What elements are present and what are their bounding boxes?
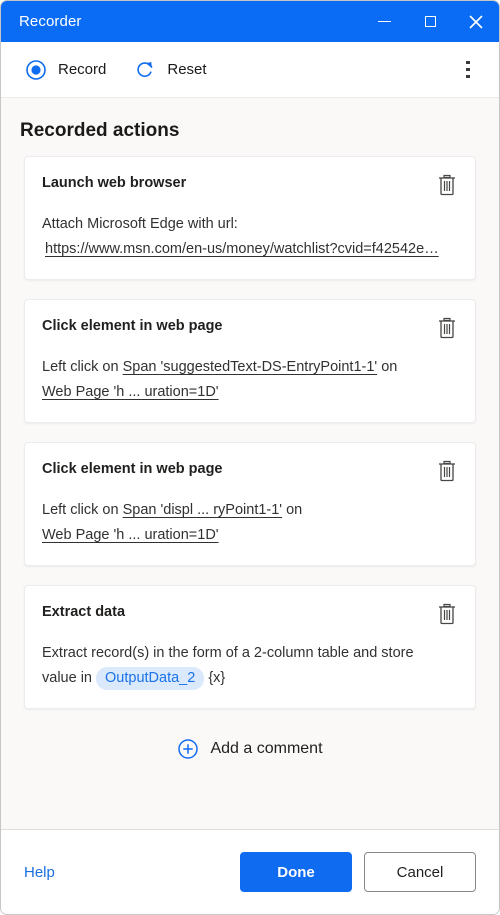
delete-icon[interactable] bbox=[436, 459, 458, 483]
help-link[interactable]: Help bbox=[24, 864, 55, 881]
action-card-header: Launch web browser bbox=[42, 173, 458, 197]
kebab-dot bbox=[466, 60, 470, 65]
reset-button[interactable]: Reset bbox=[128, 53, 216, 87]
action-card[interactable]: Click element in web page Left click on … bbox=[24, 299, 476, 423]
record-label: Record bbox=[58, 61, 107, 78]
close-button[interactable] bbox=[453, 1, 499, 42]
action-description: Left click on Span 'displ ... ryPoint1-1… bbox=[42, 498, 458, 548]
footer-actions: Done Cancel bbox=[240, 852, 476, 892]
action-card[interactable]: Launch web browser Attach Microsoft Edge… bbox=[24, 156, 476, 280]
action-description: Extract record(s) in the form of a 2-col… bbox=[42, 641, 458, 691]
action-text-line2: value in OutputData_2 {x} bbox=[42, 666, 458, 691]
action-url-link[interactable]: https://www.msn.com/en-us/money/watchlis… bbox=[42, 237, 458, 262]
done-button[interactable]: Done bbox=[240, 852, 352, 892]
delete-icon[interactable] bbox=[436, 316, 458, 340]
reset-icon bbox=[137, 61, 153, 77]
reset-label: Reset bbox=[167, 61, 207, 78]
action-target-link[interactable]: Span 'suggestedText-DS-EntryPoint1-1' bbox=[123, 359, 378, 375]
action-description: Attach Microsoft Edge with url: https://… bbox=[42, 212, 458, 262]
record-button[interactable]: Record bbox=[19, 53, 116, 87]
action-card[interactable]: Click element in web page Left click on … bbox=[24, 442, 476, 566]
maximize-button[interactable] bbox=[407, 1, 453, 42]
plus-circle-icon bbox=[178, 739, 199, 759]
output-variable-pill[interactable]: OutputData_2 bbox=[96, 667, 205, 690]
add-comment-label: Add a comment bbox=[210, 740, 323, 757]
kebab-dot bbox=[466, 74, 470, 79]
action-title: Click element in web page bbox=[42, 461, 223, 477]
delete-icon[interactable] bbox=[436, 173, 458, 197]
trash-icon bbox=[439, 460, 455, 482]
footer-bar: Help Done Cancel bbox=[1, 829, 499, 914]
action-text-line1: Attach Microsoft Edge with url: bbox=[42, 216, 238, 232]
recorder-window: Recorder Record Reset Recorded actions L… bbox=[0, 0, 500, 915]
action-text-suffix: on bbox=[377, 359, 398, 375]
action-description: Left click on Span 'suggestedText-DS-Ent… bbox=[42, 355, 458, 405]
action-card-list: Launch web browser Attach Microsoft Edge… bbox=[1, 156, 499, 728]
cancel-button[interactable]: Cancel bbox=[364, 852, 476, 892]
toolbar: Record Reset bbox=[1, 42, 499, 98]
action-text-prefix: value in bbox=[42, 670, 92, 686]
add-comment-button[interactable]: Add a comment bbox=[1, 728, 499, 760]
minimize-button[interactable] bbox=[361, 1, 407, 42]
action-text-prefix: Left click on bbox=[42, 359, 123, 375]
trash-icon bbox=[439, 317, 455, 339]
action-card[interactable]: Extract data Extract record(s) in the fo… bbox=[24, 585, 476, 709]
trash-icon bbox=[439, 174, 455, 196]
title-bar: Recorder bbox=[1, 1, 499, 42]
action-page-link[interactable]: Web Page 'h ... uration=1D' bbox=[42, 380, 458, 405]
action-target-link[interactable]: Span 'displ ... ryPoint1-1' bbox=[123, 502, 282, 518]
more-options-icon[interactable] bbox=[453, 55, 483, 85]
delete-icon[interactable] bbox=[436, 602, 458, 626]
minimize-icon bbox=[377, 20, 391, 23]
recorded-actions-panel: Recorded actions Launch web browser Atta… bbox=[1, 98, 499, 829]
kebab-dot bbox=[466, 67, 470, 72]
action-card-header: Extract data bbox=[42, 602, 458, 626]
action-card-header: Click element in web page bbox=[42, 459, 458, 483]
action-text-line1: Extract record(s) in the form of a 2-col… bbox=[42, 645, 414, 661]
action-title: Launch web browser bbox=[42, 175, 187, 191]
trash-icon bbox=[439, 603, 455, 625]
maximize-icon bbox=[424, 16, 436, 27]
action-title: Click element in web page bbox=[42, 318, 223, 334]
action-page-link[interactable]: Web Page 'h ... uration=1D' bbox=[42, 523, 458, 548]
action-text-suffix: on bbox=[282, 502, 303, 518]
action-card-header: Click element in web page bbox=[42, 316, 458, 340]
page-title: Recorded actions bbox=[20, 120, 180, 141]
action-title: Extract data bbox=[42, 604, 126, 620]
window-title: Recorder bbox=[19, 13, 82, 30]
record-icon bbox=[26, 59, 46, 80]
action-text-prefix: Left click on bbox=[42, 502, 123, 518]
close-icon bbox=[469, 14, 483, 29]
window-controls bbox=[361, 1, 499, 42]
variable-marker: {x} bbox=[208, 670, 226, 686]
